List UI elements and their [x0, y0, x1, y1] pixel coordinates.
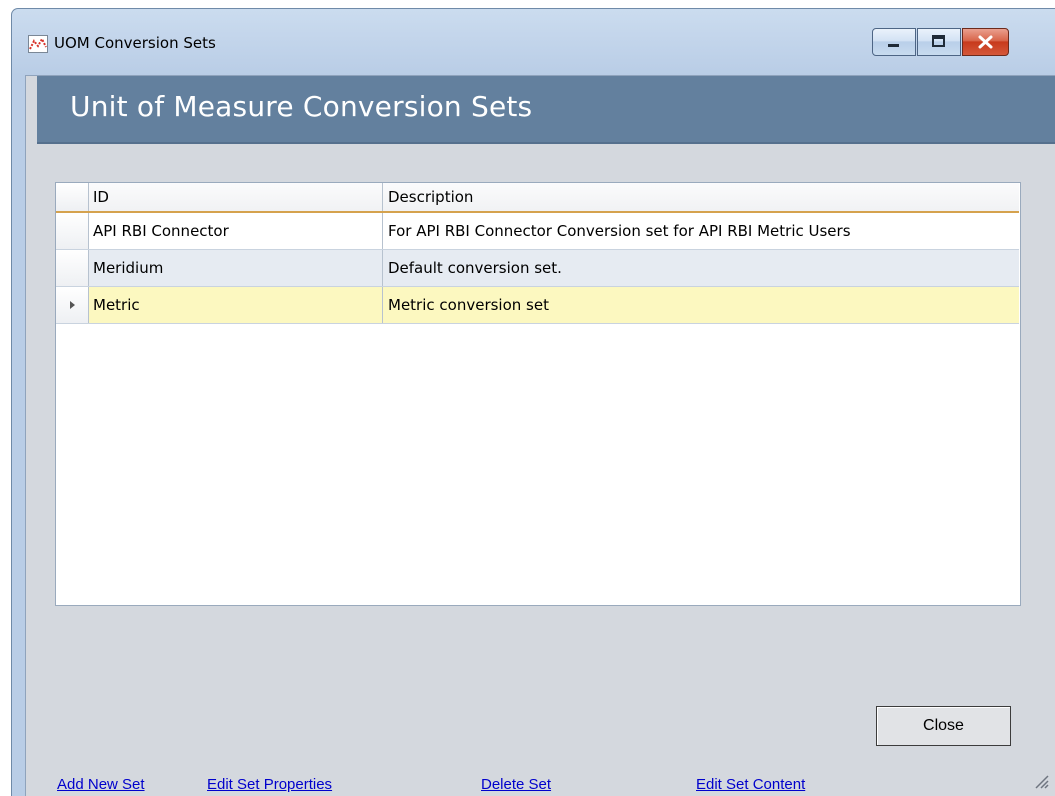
row-selector-header: [56, 183, 89, 211]
resize-grip-icon[interactable]: [1030, 770, 1050, 790]
column-header-description[interactable]: Description: [383, 183, 1019, 211]
app-chart-icon: [28, 35, 48, 53]
delete-set-link[interactable]: Delete Set: [481, 776, 551, 793]
table-row[interactable]: Meridium Default conversion set.: [56, 250, 1019, 287]
header-band: Unit of Measure Conversion Sets: [37, 76, 1055, 144]
current-row-arrow-icon: [70, 301, 75, 309]
dialog-body: Unit of Measure Conversion Sets ID Descr…: [25, 75, 1055, 796]
cell-id: Metric: [89, 287, 383, 323]
close-icon: [978, 35, 993, 49]
close-button[interactable]: Close: [876, 706, 1011, 746]
cell-id: API RBI Connector: [89, 213, 383, 249]
page-title: Unit of Measure Conversion Sets: [70, 90, 533, 123]
table-row-selected[interactable]: Metric Metric conversion set: [56, 287, 1019, 324]
cell-description: Default conversion set.: [388, 259, 562, 277]
column-header-id[interactable]: ID: [89, 183, 383, 211]
window-title: UOM Conversion Sets: [54, 34, 216, 52]
minimize-icon: [888, 44, 899, 47]
maximize-button[interactable]: [917, 28, 961, 56]
add-new-set-link[interactable]: Add New Set: [57, 776, 145, 793]
uom-conversion-sets-window: UOM Conversion Sets Unit of Measure Conv…: [11, 8, 1055, 796]
cell-description: Metric conversion set: [388, 296, 549, 314]
close-window-button[interactable]: [962, 28, 1009, 56]
maximize-icon: [932, 35, 945, 47]
edit-set-properties-link[interactable]: Edit Set Properties: [207, 776, 332, 793]
title-bar[interactable]: UOM Conversion Sets: [12, 9, 1055, 75]
row-selector[interactable]: [56, 213, 89, 249]
cell-id: Meridium: [89, 250, 383, 286]
minimize-button[interactable]: [872, 28, 916, 56]
cell-description: For API RBI Connector Conversion set for…: [388, 222, 851, 240]
edit-set-content-link[interactable]: Edit Set Content: [696, 776, 805, 793]
grid-header-row: ID Description: [56, 183, 1019, 213]
conversion-sets-grid[interactable]: ID Description API RBI Connector For API…: [55, 182, 1021, 606]
row-selector[interactable]: [56, 250, 89, 286]
table-row[interactable]: API RBI Connector For API RBI Connector …: [56, 213, 1019, 250]
row-selector[interactable]: [56, 287, 89, 323]
